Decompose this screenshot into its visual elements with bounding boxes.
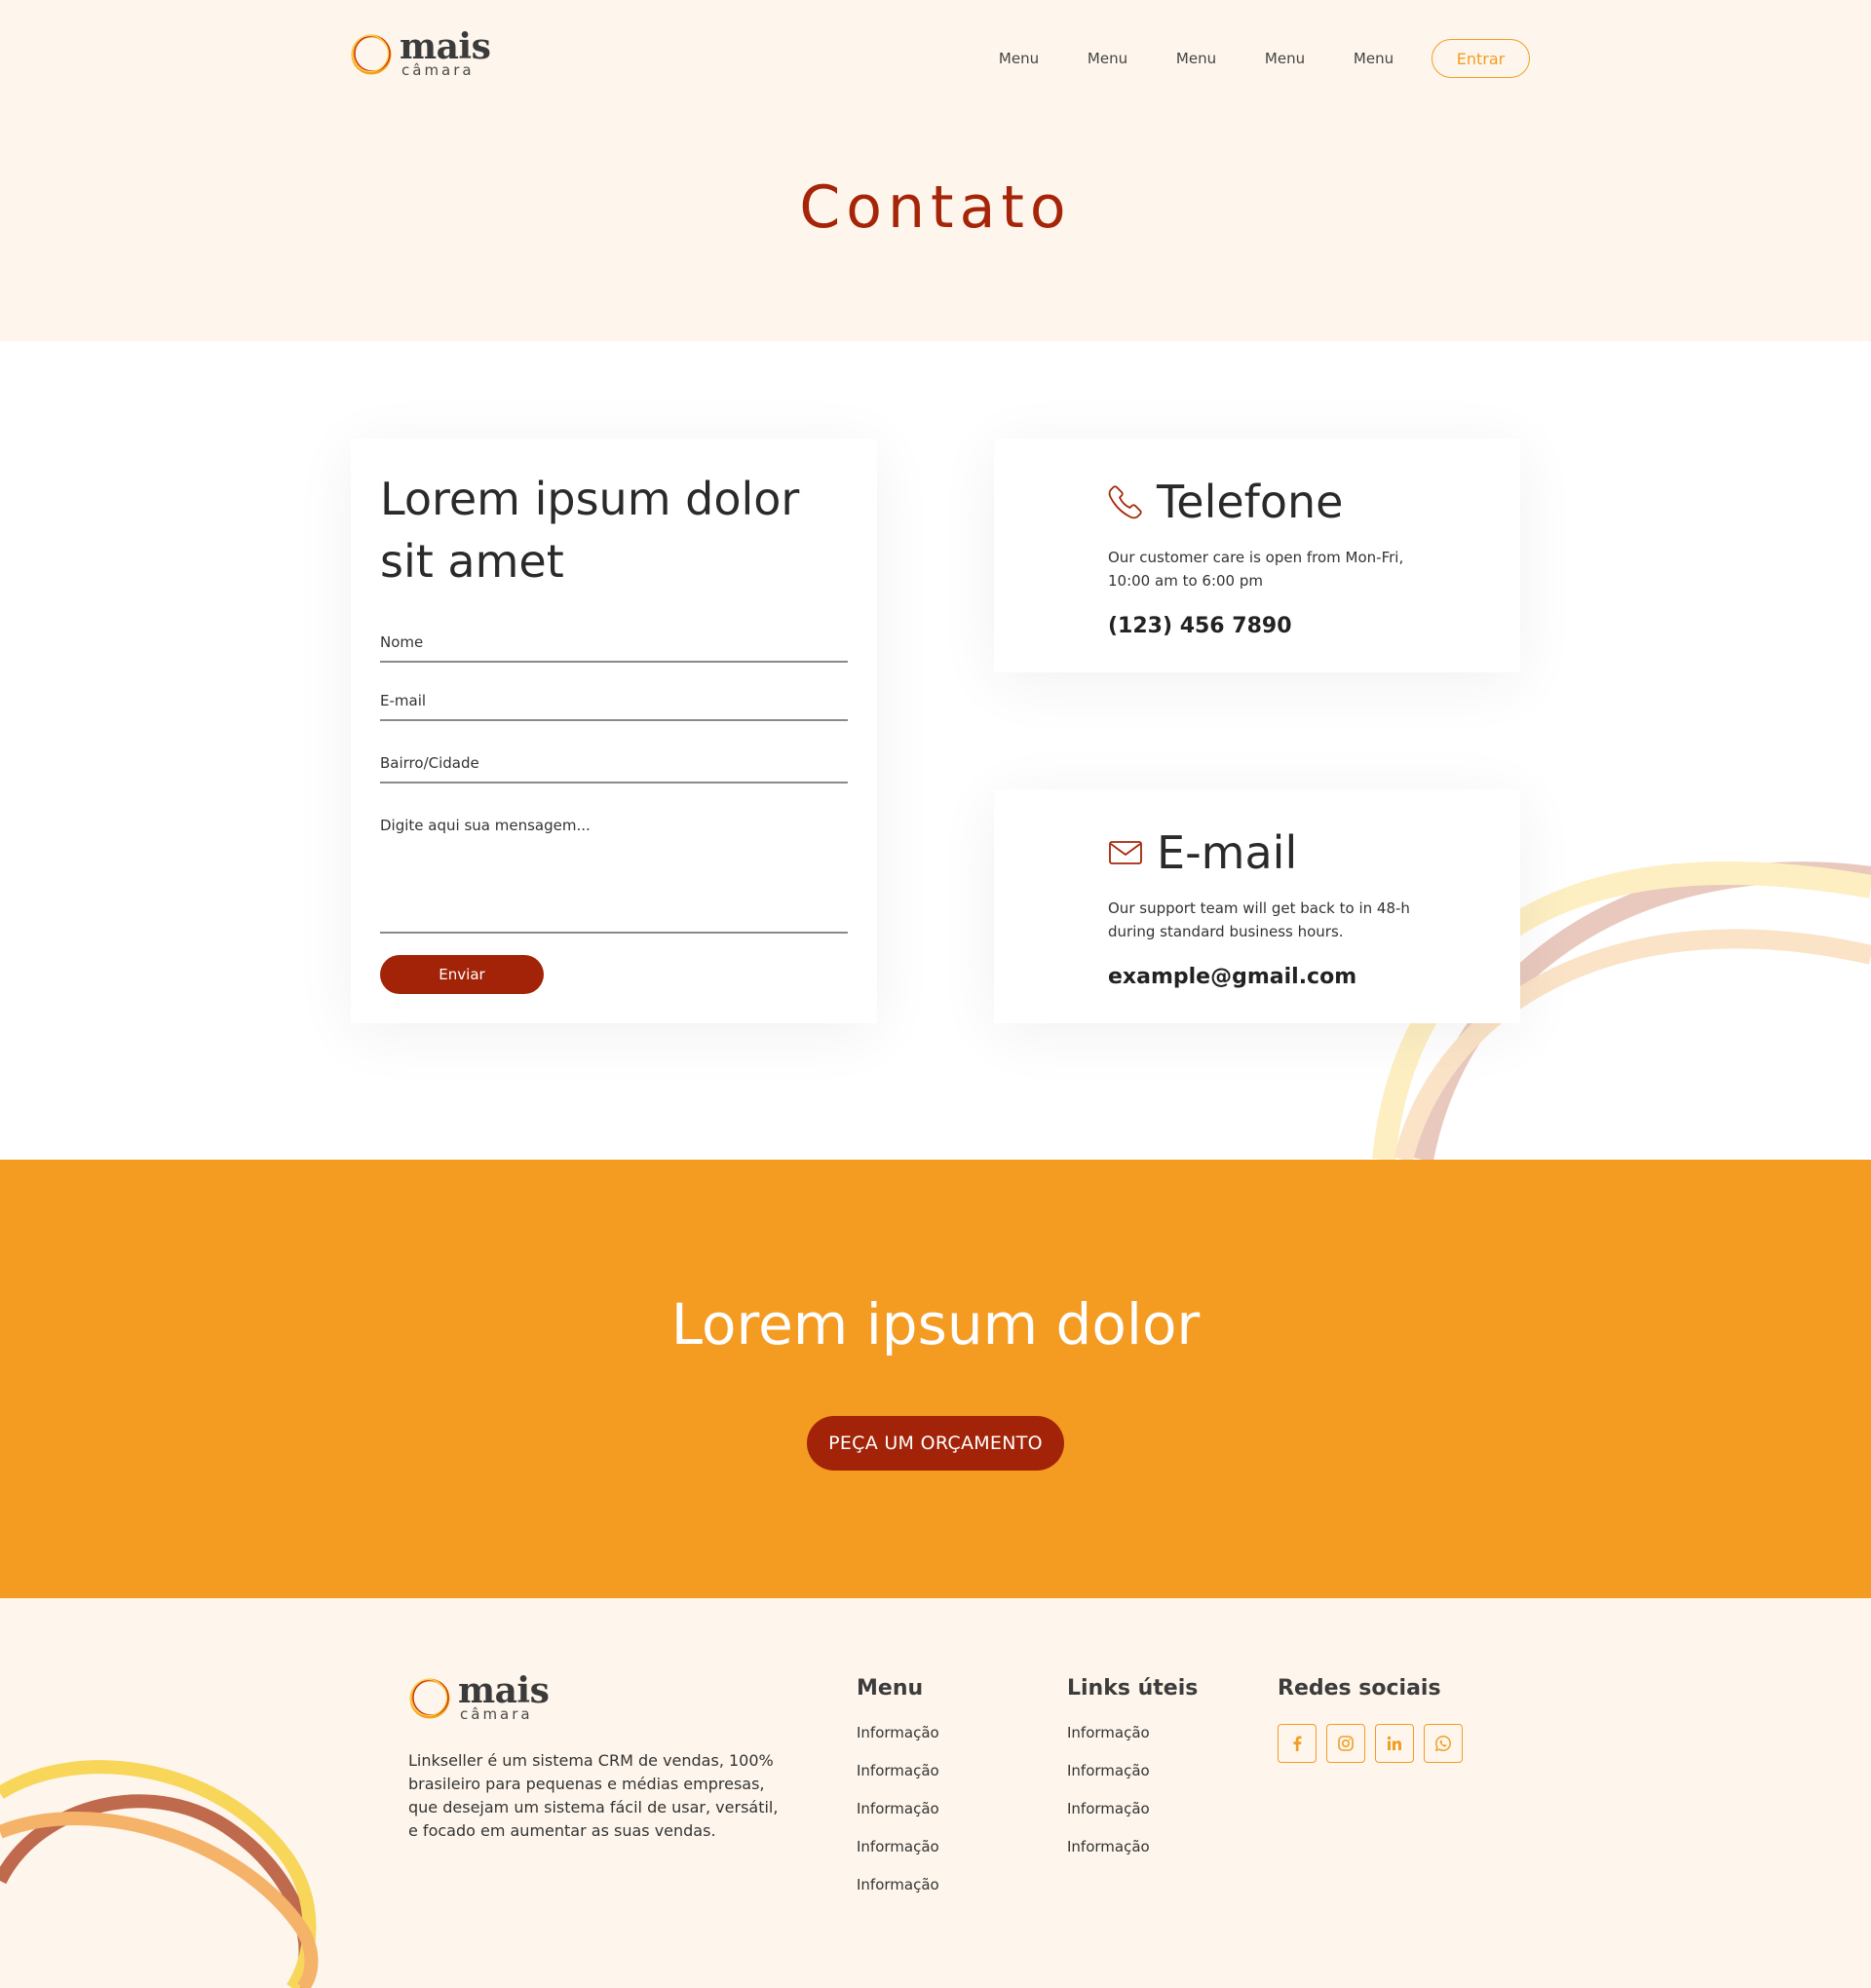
phone-title: Telefone — [1157, 476, 1344, 528]
footer-social-title: Redes sociais — [1278, 1676, 1441, 1701]
whatsapp-icon[interactable] — [1424, 1724, 1463, 1763]
contact-form-card: Lorem ipsum dolor sit amet Nome E-mail B… — [351, 439, 877, 1023]
nav-item-1[interactable]: Menu — [974, 50, 1063, 67]
footer-logo[interactable]: mais câmara — [407, 1670, 550, 1722]
footer-menu-title: Menu — [857, 1676, 924, 1701]
footer-useful-link[interactable]: Informação — [1067, 1762, 1198, 1800]
footer-logo-ring-icon — [407, 1675, 452, 1720]
footer-menu-link[interactable]: Informação — [857, 1876, 939, 1914]
footer: mais câmara Linkseller é um sistema CRM … — [0, 1598, 1871, 1988]
footer-about-text: Linkseller é um sistema CRM de vendas, 1… — [408, 1751, 779, 1840]
logo-ring-icon — [349, 31, 394, 76]
footer-menu-link[interactable]: Informação — [857, 1724, 939, 1762]
footer-menu-link[interactable]: Informação — [857, 1838, 939, 1876]
phone-description: Our customer care is open from Mon-Fri, … — [1108, 549, 1404, 590]
footer-menu-link[interactable]: Informação — [857, 1762, 939, 1800]
hero-section: mais câmara Menu Menu Menu Menu Menu Ent… — [0, 0, 1871, 341]
contact-section: Lorem ipsum dolor sit amet Nome E-mail B… — [0, 341, 1871, 1160]
main-nav: Menu Menu Menu Menu Menu Entrar — [974, 39, 1530, 78]
nav-item-5[interactable]: Menu — [1329, 50, 1418, 67]
email-field[interactable]: E-mail — [380, 692, 848, 721]
nav-item-4[interactable]: Menu — [1241, 50, 1329, 67]
phone-number[interactable]: (123) 456 7890 — [1108, 614, 1292, 638]
cta-section: Lorem ipsum dolor PEÇA UM ORÇAMENTO — [0, 1160, 1871, 1598]
footer-useful-title: Links úteis — [1067, 1676, 1199, 1701]
location-field[interactable]: Bairro/Cidade — [380, 754, 848, 784]
footer-useful-link[interactable]: Informação — [1067, 1724, 1198, 1762]
form-heading: Lorem ipsum dolor sit amet — [380, 473, 800, 588]
decorative-arcs-left — [0, 1760, 319, 1988]
page-title: Contato — [799, 173, 1072, 242]
quote-button[interactable]: PEÇA UM ORÇAMENTO — [807, 1416, 1064, 1471]
footer-useful-link[interactable]: Informação — [1067, 1800, 1198, 1838]
footer-menu-column: Menu Informação Informação Informação In… — [857, 1676, 939, 1914]
footer-useful-link[interactable]: Informação — [1067, 1838, 1198, 1876]
message-field[interactable]: Digite aqui sua mensagem... — [380, 817, 848, 934]
brand-logo[interactable]: mais câmara — [349, 26, 491, 78]
name-field[interactable]: Nome — [380, 633, 848, 663]
envelope-icon — [1109, 841, 1142, 864]
email-title: E-mail — [1157, 826, 1298, 879]
send-button[interactable]: Enviar — [380, 955, 544, 994]
phone-icon — [1108, 485, 1142, 519]
footer-useful-links-column: Links úteis Informação Informação Inform… — [1067, 1676, 1198, 1876]
footer-social-column: Redes sociais — [1278, 1676, 1463, 1763]
nav-item-3[interactable]: Menu — [1152, 50, 1241, 67]
linkedin-icon[interactable] — [1375, 1724, 1414, 1763]
facebook-icon[interactable] — [1278, 1724, 1317, 1763]
phone-card: Telefone Our customer care is open from … — [994, 439, 1520, 672]
login-button[interactable]: Entrar — [1432, 39, 1530, 78]
footer-menu-link[interactable]: Informação — [857, 1800, 939, 1838]
email-address[interactable]: example@gmail.com — [1108, 965, 1356, 989]
footer-brand-word-mais: mais — [458, 1670, 550, 1711]
brand-word-mais: mais — [400, 26, 491, 67]
email-card: E-mail Our support team will get back to… — [994, 789, 1520, 1023]
email-description: Our support team will get back to in 48-… — [1108, 899, 1410, 940]
nav-item-2[interactable]: Menu — [1063, 50, 1152, 67]
cta-heading: Lorem ipsum dolor — [670, 1291, 1201, 1357]
instagram-icon[interactable] — [1326, 1724, 1365, 1763]
